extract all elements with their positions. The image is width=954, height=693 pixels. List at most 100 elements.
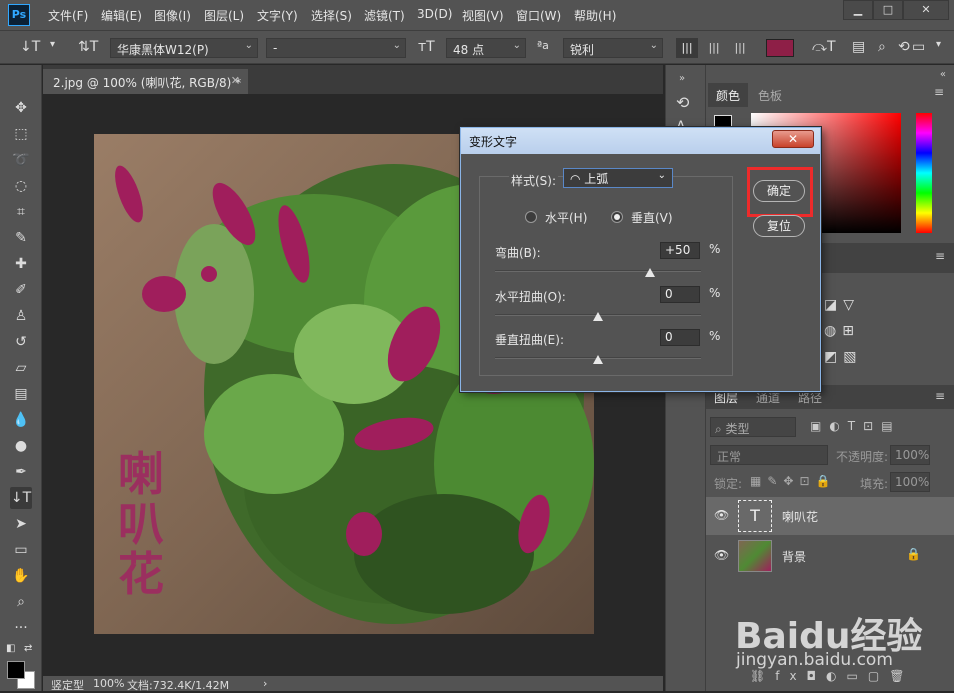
panel-menu-icon[interactable]: ≡: [934, 85, 944, 99]
bend-slider-thumb[interactable]: [644, 268, 655, 277]
quick-select-tool-icon[interactable]: ◌: [10, 175, 32, 197]
text-orientation-toggle-icon[interactable]: ⇅T: [78, 39, 98, 55]
move-tool-icon[interactable]: ✥: [10, 97, 32, 119]
status-expand-icon[interactable]: ›: [263, 677, 267, 690]
character-panel-icon[interactable]: ▤: [852, 39, 865, 55]
menu-file[interactable]: 文件(F): [48, 7, 88, 24]
menu-help[interactable]: 帮助(H): [574, 7, 616, 24]
reset-button[interactable]: 复位: [753, 215, 805, 237]
layer-filter-icons[interactable]: ▣◐T⊡▤: [810, 419, 901, 433]
adjustment-icons-row-3[interactable]: ◩▧: [824, 349, 862, 365]
vertical-radio[interactable]: [611, 211, 623, 223]
horizontal-radio[interactable]: [525, 211, 537, 223]
arc-style-icon: ◠: [570, 172, 585, 186]
zoom-level[interactable]: 100%: [93, 677, 124, 690]
visibility-eye-icon[interactable]: 👁: [714, 548, 729, 562]
brush-tool-icon[interactable]: ✐: [10, 279, 32, 301]
font-family-select[interactable]: 华康黑体W12(P) ⌄: [110, 38, 258, 58]
window-close-icon[interactable]: ✕: [903, 0, 949, 20]
align-center-icon[interactable]: |||: [703, 38, 725, 58]
swap-colors-icon[interactable]: ⇄: [24, 643, 32, 654]
bend-input[interactable]: +50: [660, 242, 700, 259]
adjustment-icons-row-1[interactable]: ◪▽: [824, 297, 860, 313]
rectangle-tool-icon[interactable]: ▭: [10, 539, 32, 561]
menu-type[interactable]: 文字(Y): [257, 7, 298, 24]
crop-tool-icon[interactable]: ⌗: [10, 201, 32, 223]
menu-view[interactable]: 视图(V): [462, 7, 504, 24]
menu-image[interactable]: 图像(I): [154, 7, 191, 24]
layer-text-preview[interactable]: 喇 叭 花: [106, 449, 176, 599]
antialias-select[interactable]: 锐利 ⌄: [563, 38, 663, 58]
menu-window[interactable]: 窗口(W): [516, 7, 561, 24]
layer-text-char: 喇: [118, 447, 164, 501]
eyedropper-tool-icon[interactable]: ✎: [10, 227, 32, 249]
hue-slider[interactable]: [916, 113, 932, 233]
gradient-tool-icon[interactable]: ▤: [10, 383, 32, 405]
warp-style-select[interactable]: ◠ 上弧 ⌄: [563, 168, 673, 188]
opacity-input[interactable]: 100%: [890, 445, 930, 465]
adjustment-icons-row-2[interactable]: ◍⊞: [824, 323, 860, 339]
collapse-icon[interactable]: «: [940, 69, 946, 80]
menu-select[interactable]: 选择(S): [311, 7, 352, 24]
vertical-distortion-slider-thumb[interactable]: [593, 355, 603, 364]
tool-preset-chevron-icon[interactable]: ▾: [50, 39, 55, 50]
layer-row-background[interactable]: 👁 背景 🔒: [706, 537, 954, 575]
vertical-type-tool-icon[interactable]: ↓T: [10, 487, 32, 509]
default-colors-icon[interactable]: ◧: [6, 643, 15, 654]
history-panel-icon[interactable]: ⟲: [676, 93, 689, 112]
layer-row-text[interactable]: 👁 T 喇叭花: [706, 497, 954, 535]
tab-color[interactable]: 颜色: [708, 83, 749, 107]
layer-filter-select[interactable]: ⌕ 类型: [710, 417, 796, 437]
panel-menu-icon[interactable]: ≡: [935, 249, 945, 263]
bend-slider-track[interactable]: [495, 270, 701, 272]
workspace-chevron-icon[interactable]: ▾: [936, 39, 941, 50]
warp-text-icon[interactable]: ⤼T: [812, 39, 836, 55]
font-style-select[interactable]: - ⌄: [266, 38, 406, 58]
menu-layer[interactable]: 图层(L): [204, 7, 244, 24]
undo-icon[interactable]: ⟲: [898, 39, 910, 55]
search-icon[interactable]: ⌕: [878, 39, 886, 55]
eraser-tool-icon[interactable]: ▱: [10, 357, 32, 379]
foreground-color-swatch[interactable]: [7, 661, 25, 679]
align-bottom-icon[interactable]: |||: [729, 38, 751, 58]
stamp-tool-icon[interactable]: ♙: [10, 305, 32, 327]
blend-mode-select[interactable]: 正常: [710, 445, 828, 465]
history-brush-tool-icon[interactable]: ↺: [10, 331, 32, 353]
visibility-eye-icon[interactable]: 👁: [714, 508, 729, 522]
document-tab[interactable]: 2.jpg @ 100% (喇叭花, RGB/8) * ✕: [43, 69, 248, 94]
collapse-icon[interactable]: »: [672, 73, 692, 84]
blur-tool-icon[interactable]: 💧: [10, 409, 32, 431]
lock-icons[interactable]: ▦✎✥⊡🔒: [750, 474, 836, 488]
horizontal-distortion-input[interactable]: 0: [660, 286, 700, 303]
menu-3d[interactable]: 3D(D): [417, 7, 452, 21]
more-tools-icon[interactable]: ···: [10, 617, 32, 639]
healing-brush-tool-icon[interactable]: ✚: [10, 253, 32, 275]
menu-edit[interactable]: 编辑(E): [101, 7, 142, 24]
zoom-tool-icon[interactable]: ⌕: [10, 591, 32, 613]
fill-input[interactable]: 100%: [890, 472, 930, 492]
workspace-icon[interactable]: ▭: [912, 39, 925, 55]
minimize-icon[interactable]: ▁: [843, 0, 873, 20]
layer-action-icons[interactable]: ⛓fx◘◐▭▢🗑: [750, 669, 914, 683]
marquee-tool-icon[interactable]: ⬚: [10, 123, 32, 145]
menu-filter[interactable]: 滤镜(T): [364, 7, 405, 24]
dialog-close-icon[interactable]: ✕: [772, 130, 814, 148]
text-color-swatch[interactable]: [766, 39, 794, 57]
close-icon[interactable]: ✕: [231, 74, 240, 87]
path-select-tool-icon[interactable]: ➤: [10, 513, 32, 535]
lasso-tool-icon[interactable]: ➰: [10, 149, 32, 171]
percent-sign: %: [709, 329, 721, 343]
dialog-title: 变形文字: [469, 135, 518, 149]
dodge-tool-icon[interactable]: ●: [10, 435, 32, 457]
horizontal-distortion-slider-thumb[interactable]: [593, 312, 603, 321]
panel-menu-icon[interactable]: ≡: [935, 389, 945, 403]
font-size-select[interactable]: 48 点 ⌄: [446, 38, 526, 58]
align-top-icon[interactable]: |||: [676, 38, 698, 58]
dialog-title-bar[interactable]: 变形文字: [461, 128, 820, 154]
hand-tool-icon[interactable]: ✋: [10, 565, 32, 587]
vertical-type-tool-icon[interactable]: ↓T: [20, 39, 40, 55]
vertical-distortion-input[interactable]: 0: [660, 329, 700, 346]
maximize-icon[interactable]: □: [873, 0, 903, 20]
tab-swatches[interactable]: 色板: [750, 83, 790, 107]
pen-tool-icon[interactable]: ✒: [10, 461, 32, 483]
